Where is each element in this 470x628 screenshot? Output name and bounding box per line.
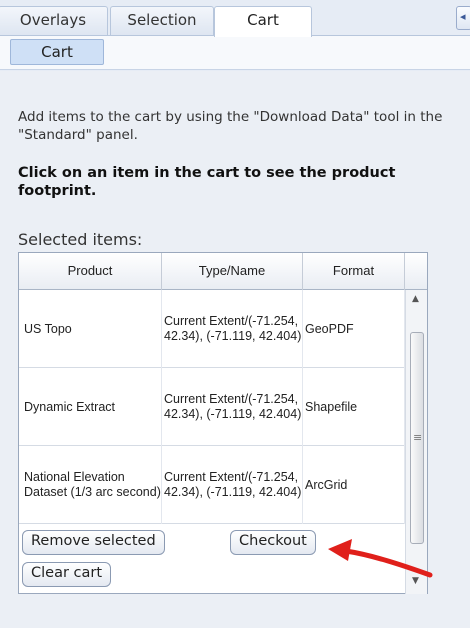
scrollbar-thumb[interactable]: ≡ bbox=[410, 332, 424, 544]
table-header: Product Type/Name Format bbox=[19, 253, 427, 290]
cell-product: Dynamic Extract bbox=[19, 368, 162, 446]
cell-product-text: US Topo bbox=[24, 321, 72, 336]
cell-type-name-text: Current Extent/(-71.254, 42.34), (-71.11… bbox=[164, 314, 302, 343]
clear-cart-button[interactable]: Clear cart bbox=[22, 562, 112, 587]
cell-type-name: Current Extent/(-71.254, 42.34), (-71.11… bbox=[162, 446, 303, 524]
grip-icon: ≡ bbox=[413, 431, 423, 444]
column-header-type-name[interactable]: Type/Name bbox=[162, 253, 303, 290]
subtab-cart[interactable]: Cart bbox=[10, 39, 104, 65]
table-row[interactable]: US Topo Current Extent/(-71.254, 42.34),… bbox=[19, 290, 405, 368]
scroll-up-icon[interactable]: ▲ bbox=[412, 294, 419, 304]
table-row[interactable]: Dynamic Extract Current Extent/(-71.254,… bbox=[19, 368, 405, 446]
tab-cart[interactable]: Cart bbox=[214, 6, 312, 37]
cell-type-name: Current Extent/(-71.254, 42.34), (-71.11… bbox=[162, 290, 303, 368]
tab-label: Selection bbox=[127, 11, 197, 29]
footprint-note: Click on an item in the cart to see the … bbox=[18, 165, 396, 199]
red-arrow-annotation-icon bbox=[328, 539, 433, 578]
sub-tab-bar: Cart bbox=[0, 36, 470, 70]
table-row[interactable]: National Elevation Dataset (1/3 arc seco… bbox=[19, 446, 405, 524]
cell-type-name-text: Current Extent/(-71.254, 42.34), (-71.11… bbox=[164, 392, 302, 421]
cell-product-text: National Elevation Dataset (1/3 arc seco… bbox=[24, 470, 161, 499]
remove-selected-button[interactable]: Remove selected bbox=[22, 530, 165, 555]
tab-scroll-left-icon[interactable]: ◂ bbox=[456, 6, 470, 30]
cart-instructions: Add items to the cart by using the "Down… bbox=[18, 109, 443, 143]
tab-selection[interactable]: Selection bbox=[110, 6, 214, 36]
cell-type-name-text: Current Extent/(-71.254, 42.34), (-71.11… bbox=[164, 470, 302, 499]
cell-format: GeoPDF bbox=[303, 290, 405, 368]
subtab-label: Cart bbox=[41, 43, 73, 61]
tab-bar: Overlays Selection Cart ◂ bbox=[0, 0, 470, 37]
cell-type-name: Current Extent/(-71.254, 42.34), (-71.11… bbox=[162, 368, 303, 446]
column-header-product[interactable]: Product bbox=[19, 253, 162, 290]
selected-items-label: Selected items: bbox=[18, 230, 143, 249]
checkout-button[interactable]: Checkout bbox=[230, 530, 316, 555]
cell-product-text: Dynamic Extract bbox=[24, 399, 115, 414]
cell-format: ArcGrid bbox=[303, 446, 405, 524]
column-header-format[interactable]: Format bbox=[303, 253, 405, 290]
tab-label: Cart bbox=[247, 11, 279, 29]
cell-product: National Elevation Dataset (1/3 arc seco… bbox=[19, 446, 162, 524]
tab-overlays[interactable]: Overlays bbox=[0, 6, 108, 36]
cell-format-text: ArcGrid bbox=[305, 477, 348, 492]
tab-label: Overlays bbox=[19, 11, 87, 29]
cell-product: US Topo bbox=[19, 290, 162, 368]
cell-format-text: Shapefile bbox=[305, 399, 358, 414]
cart-panel: Add items to the cart by using the "Down… bbox=[0, 71, 470, 628]
cell-format-text: GeoPDF bbox=[305, 321, 354, 336]
cell-format: Shapefile bbox=[303, 368, 405, 446]
